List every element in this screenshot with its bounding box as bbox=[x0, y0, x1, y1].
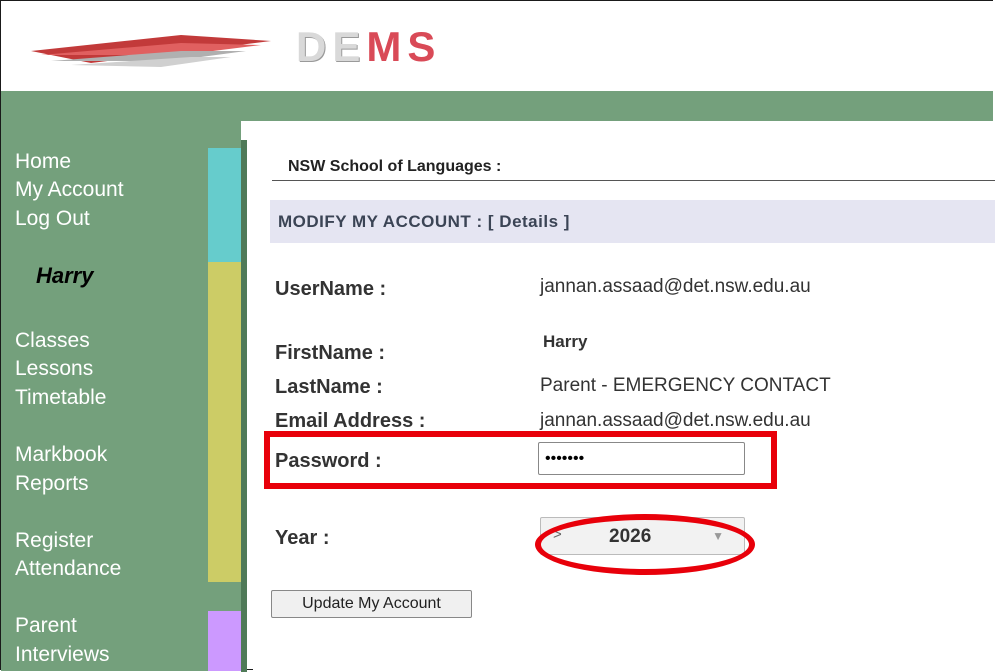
year-select-prefix: > bbox=[553, 526, 562, 543]
brand-suffix: MS bbox=[366, 23, 442, 70]
current-user-name: Harry bbox=[36, 263, 94, 288]
nav-classes[interactable]: Classes bbox=[15, 327, 90, 355]
username-value: jannan.assaad@det.nsw.edu.au bbox=[540, 276, 811, 297]
nav-log-out[interactable]: Log Out bbox=[15, 205, 90, 233]
lastname-value: Parent - EMERGENCY CONTACT bbox=[540, 375, 831, 396]
nav-home[interactable]: Home bbox=[15, 148, 71, 176]
menu-color-block-purple bbox=[208, 611, 242, 671]
divider bbox=[272, 180, 995, 181]
password-label: Password : bbox=[275, 450, 382, 472]
year-label: Year : bbox=[275, 527, 330, 549]
nav-markbook[interactable]: Markbook bbox=[15, 441, 107, 469]
chevron-down-icon: ▼ bbox=[712, 529, 724, 543]
logo-icon bbox=[31, 35, 271, 67]
section-title: MODIFY MY ACCOUNT : [ Details ] bbox=[278, 212, 570, 231]
nav-register[interactable]: Register bbox=[15, 527, 93, 555]
password-input[interactable] bbox=[538, 442, 745, 475]
update-account-button[interactable]: Update My Account bbox=[271, 590, 472, 618]
brand-title: DEMS bbox=[296, 23, 441, 71]
nav-lessons[interactable]: Lessons bbox=[15, 355, 93, 383]
nav-my-account[interactable]: My Account bbox=[15, 176, 124, 204]
email-label: Email Address : bbox=[275, 410, 426, 432]
year-select[interactable]: > 2026 ▼ bbox=[540, 517, 745, 555]
firstname-label: FirstName : bbox=[275, 342, 386, 364]
nav-parent[interactable]: Parent bbox=[15, 612, 77, 640]
lastname-label: LastName : bbox=[275, 376, 383, 398]
nav-reports[interactable]: Reports bbox=[15, 470, 89, 498]
year-select-value: 2026 bbox=[609, 526, 652, 547]
menu-color-block-cyan bbox=[208, 148, 242, 262]
header-band bbox=[1, 91, 993, 121]
header: DEMS bbox=[1, 1, 993, 91]
school-name: NSW School of Languages : bbox=[288, 158, 502, 175]
firstname-value: Harry bbox=[543, 332, 588, 351]
sidebar-shadow bbox=[241, 140, 247, 672]
menu-color-block-olive bbox=[208, 262, 242, 582]
nav-interviews[interactable]: Interviews bbox=[15, 641, 110, 669]
username-label: UserName : bbox=[275, 278, 387, 300]
email-value: jannan.assaad@det.nsw.edu.au bbox=[540, 410, 811, 431]
nav-attendance[interactable]: Attendance bbox=[15, 555, 121, 583]
nav-timetable[interactable]: Timetable bbox=[15, 384, 106, 412]
brand-prefix: DE bbox=[296, 23, 367, 70]
sidebar: Home My Account Log Out Harry Classes Le… bbox=[1, 121, 242, 671]
